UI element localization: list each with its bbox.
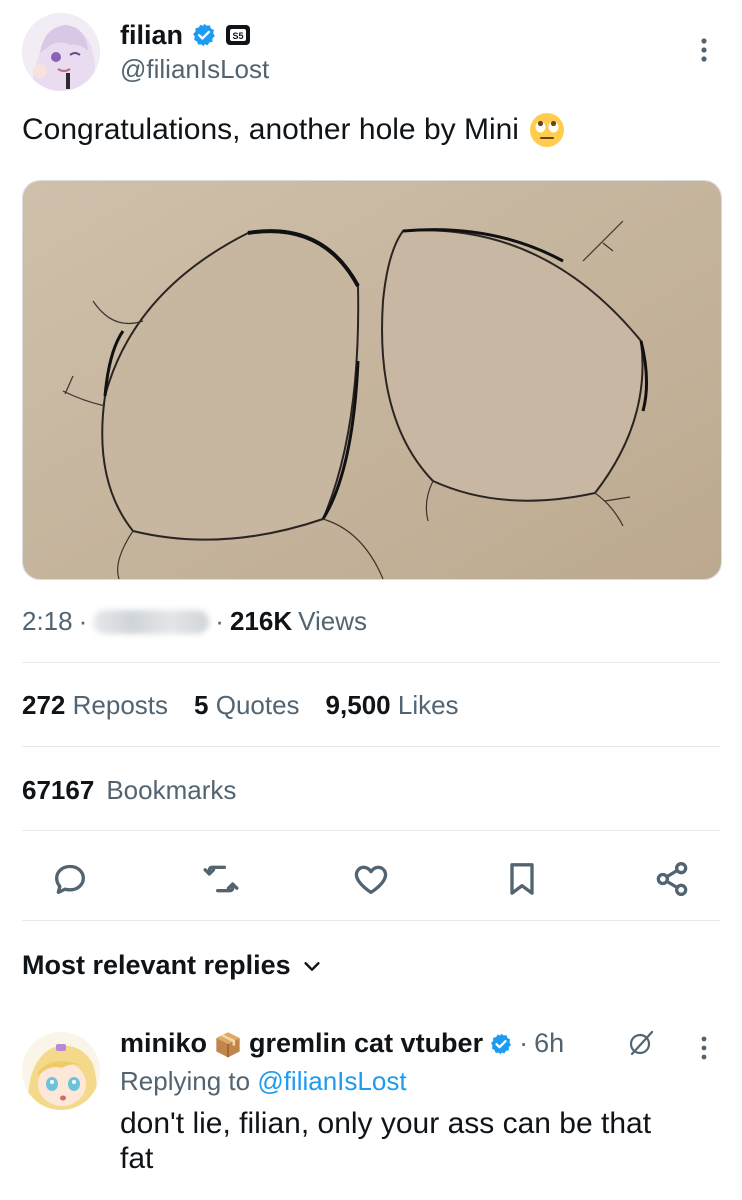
reply-text: don't lie, filian, only your ass can be …: [120, 1107, 652, 1175]
engagement-stats: 272 Reposts 5 Quotes 9,500 Likes: [22, 690, 459, 721]
quotes-label: Quotes: [215, 690, 300, 720]
wall-holes-drawing: [23, 181, 721, 579]
meta-separator: ·: [78, 606, 88, 636]
tweet-meta: 2:18 · · 216K Views: [22, 606, 367, 637]
tweet-time[interactable]: 2:18: [22, 606, 73, 637]
author-name[interactable]: filian: [120, 20, 183, 51]
reposts-stat[interactable]: 272 Reposts: [22, 690, 168, 721]
reply-time[interactable]: 6h: [534, 1028, 564, 1059]
bookmark-icon[interactable]: [502, 859, 542, 899]
likes-label: Likes: [397, 690, 459, 720]
divider: [22, 662, 720, 663]
share-icon[interactable]: [652, 859, 692, 899]
rolling-eyes-emoji-icon: [529, 113, 564, 147]
svg-text:S5: S5: [233, 31, 244, 41]
divider: [22, 920, 720, 921]
meta-separator-2: ·: [215, 606, 224, 636]
action-bar: [22, 852, 720, 906]
blurred-date: [93, 609, 210, 634]
reply-author-name-part2[interactable]: gremlin cat vtuber: [249, 1028, 483, 1059]
quotes-count: 5: [194, 690, 209, 720]
avatar-illustration: [22, 13, 100, 91]
author-handle[interactable]: @filianIsLost: [120, 54, 269, 85]
like-icon[interactable]: [351, 859, 391, 899]
tweet-text-row: Congratulations, another hole by Mini: [22, 112, 565, 148]
replies-sort-dropdown[interactable]: Most relevant replies: [22, 950, 323, 981]
grok-icon[interactable]: [626, 1028, 656, 1058]
replying-handle[interactable]: @filianIsLost: [257, 1066, 406, 1096]
reposts-count: 272: [22, 690, 66, 720]
views-count: 216K: [229, 606, 293, 636]
verified-badge-icon: [193, 23, 215, 47]
reply-dot-separator: ·: [519, 1028, 529, 1058]
package-emoji-icon: [216, 1031, 240, 1057]
reply-author-name-part1[interactable]: miniko: [120, 1028, 207, 1059]
divider: [22, 746, 720, 747]
bookmarks-label: Bookmarks: [106, 775, 237, 805]
author-avatar[interactable]: [22, 13, 100, 91]
replying-to-line: Replying to @filianIsLost: [120, 1066, 407, 1097]
divider: [22, 830, 720, 831]
reply-author-row: miniko gremlin cat vtuber · 6h: [120, 1028, 564, 1059]
replying-prefix: Replying to: [120, 1066, 251, 1096]
views-label: Views: [298, 606, 367, 636]
reply-icon[interactable]: [50, 859, 90, 899]
author-name-row: filian S5: [120, 18, 251, 52]
likes-count: 9,500: [325, 690, 391, 720]
reply-more-options-icon[interactable]: [690, 1034, 718, 1062]
chevron-down-icon: [304, 961, 320, 971]
bookmarks-stat[interactable]: 67167 Bookmarks: [22, 775, 236, 806]
affiliate-badge-icon: S5: [226, 25, 251, 45]
replies-sort-label: Most relevant replies: [22, 950, 291, 980]
likes-stat[interactable]: 9,500 Likes: [326, 690, 459, 721]
reply-avatar-illustration: [22, 1032, 100, 1110]
reply-author-avatar[interactable]: [22, 1032, 100, 1110]
more-options-icon[interactable]: [690, 36, 718, 64]
quotes-stat[interactable]: 5 Quotes: [194, 690, 300, 721]
tweet-text: Congratulations, another hole by Mini: [22, 113, 519, 146]
reply-verified-badge-icon: [491, 1033, 512, 1054]
bookmarks-count: 67167: [22, 775, 95, 805]
tweet-image[interactable]: [22, 180, 722, 580]
reposts-label: Reposts: [72, 690, 169, 720]
repost-icon[interactable]: [201, 859, 241, 899]
